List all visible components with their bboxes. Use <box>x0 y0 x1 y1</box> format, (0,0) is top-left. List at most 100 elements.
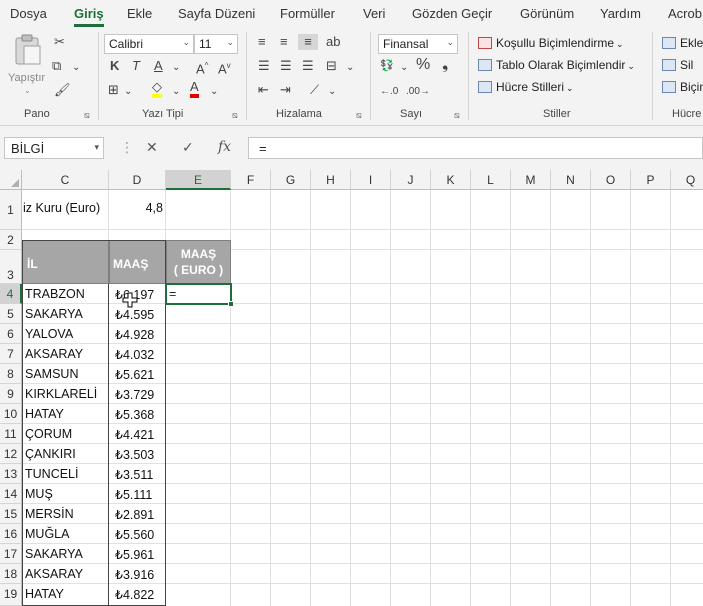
fill-color-icon[interactable]: ◇ <box>152 80 162 98</box>
active-cell-e4[interactable]: = <box>165 283 234 307</box>
column-header-f[interactable]: F <box>231 170 271 190</box>
row-header-14[interactable]: 14 <box>0 484 22 504</box>
increase-decimal-icon[interactable]: ←.0 <box>380 84 398 100</box>
currency-icon[interactable]: 💱 <box>380 58 394 74</box>
fill-handle[interactable] <box>228 301 234 307</box>
cell-maas[interactable]: ₺3.916 <box>112 567 157 582</box>
row-header-10[interactable]: 10 <box>0 404 22 424</box>
cell-il[interactable]: HATAY <box>22 407 67 421</box>
cell-maas[interactable]: ₺5.560 <box>112 527 157 542</box>
select-all-button[interactable] <box>0 170 22 190</box>
cell-maas[interactable]: ₺3.729 <box>112 387 157 402</box>
tab-giris[interactable]: Giriş <box>74 6 104 27</box>
bold-button[interactable]: K <box>110 58 119 74</box>
format-cells-button[interactable]: Biçim <box>662 80 703 94</box>
formula-input[interactable]: = <box>248 137 703 159</box>
cell-maas[interactable]: ₺5.368 <box>112 407 157 422</box>
font-color-icon[interactable]: A <box>190 80 199 98</box>
row-header-12[interactable]: 12 <box>0 444 22 464</box>
column-header-j[interactable]: J <box>391 170 431 190</box>
tab-acrobat[interactable]: Acrob <box>668 6 702 21</box>
table-header-maas[interactable]: MAAŞ <box>109 240 166 284</box>
grow-font-button[interactable]: A^ <box>196 58 208 77</box>
tab-sayfa-duzeni[interactable]: Sayfa Düzeni <box>178 6 255 21</box>
cell-il[interactable]: MUŞ <box>22 487 56 501</box>
cell-c1[interactable]: iz Kuru (Euro) <box>20 201 103 215</box>
chevron-down-icon[interactable]: ⌄ <box>400 60 408 76</box>
dialog-launcher-icon[interactable]: ⧅ <box>454 110 460 121</box>
paste-button[interactable]: Yapıştır ⌄ <box>8 34 48 95</box>
insert-cells-button[interactable]: Ekle <box>662 36 703 50</box>
align-left-icon[interactable]: ☰ <box>258 58 270 74</box>
cell-il[interactable]: TUNCELİ <box>22 467 81 481</box>
italic-button[interactable]: T <box>132 58 140 74</box>
column-header-d[interactable]: D <box>109 170 166 190</box>
column-header-c[interactable]: C <box>22 170 109 190</box>
row-header-16[interactable]: 16 <box>0 524 22 544</box>
cell-styles-button[interactable]: Hücre Stilleri ⌄ <box>478 80 574 94</box>
cell-il[interactable]: YALOVA <box>22 327 76 341</box>
cell-il[interactable]: KIRKLARELİ <box>22 387 100 401</box>
shrink-font-button[interactable]: Av <box>218 58 231 77</box>
align-center-icon[interactable]: ☰ <box>280 58 292 74</box>
tab-ekle[interactable]: Ekle <box>127 6 152 21</box>
cell-maas[interactable]: ₺4.822 <box>112 587 157 602</box>
chevron-down-icon[interactable]: ⌄ <box>210 84 218 100</box>
row-header-11[interactable]: 11 <box>0 424 22 444</box>
insert-function-icon[interactable]: fx <box>218 139 231 155</box>
wrap-text-icon[interactable]: ab <box>326 34 340 50</box>
cut-icon[interactable]: ✂ <box>54 34 65 50</box>
row-header-8[interactable]: 8 <box>0 364 22 384</box>
row-header-7[interactable]: 7 <box>0 344 22 364</box>
row-header-18[interactable]: 18 <box>0 564 22 584</box>
cell-maas[interactable]: ₺5.111 <box>112 487 155 502</box>
cell-il[interactable]: SAKARYA <box>22 307 86 321</box>
copy-icon[interactable]: ⧉ <box>52 58 61 74</box>
cell-maas[interactable]: ₺4.421 <box>112 427 157 442</box>
tab-gorunum[interactable]: Görünüm <box>520 6 574 21</box>
cell-il[interactable]: SAKARYA <box>22 547 86 561</box>
row-header-13[interactable]: 13 <box>0 464 22 484</box>
row-header-15[interactable]: 15 <box>0 504 22 524</box>
chevron-down-icon[interactable]: ⌄ <box>172 84 180 100</box>
dialog-launcher-icon[interactable]: ⧅ <box>356 110 362 121</box>
cell-maas[interactable]: ₺5.621 <box>112 367 157 382</box>
column-header-l[interactable]: L <box>471 170 511 190</box>
cell-maas[interactable]: ₺4.595 <box>112 307 157 322</box>
column-header-p[interactable]: P <box>631 170 671 190</box>
column-header-m[interactable]: M <box>511 170 551 190</box>
cell-maas[interactable]: ₺4.032 <box>112 347 157 362</box>
decrease-indent-icon[interactable]: ⇤ <box>258 82 269 98</box>
font-size-select[interactable]: 11 ⌄ <box>194 34 238 54</box>
comma-button[interactable]: ❟ <box>442 57 448 73</box>
column-header-h[interactable]: H <box>311 170 351 190</box>
cell-d1[interactable]: 4,8 <box>109 201 166 215</box>
row-header-1[interactable]: 1 <box>0 190 22 230</box>
decrease-decimal-icon[interactable]: .00→ <box>406 84 430 100</box>
tab-veri[interactable]: Veri <box>363 6 385 21</box>
column-header-n[interactable]: N <box>551 170 591 190</box>
cell-il[interactable]: TRABZON <box>22 287 88 301</box>
align-top-icon[interactable]: ≡ <box>258 34 266 50</box>
borders-icon[interactable]: ⊞ <box>108 82 119 98</box>
tab-formuller[interactable]: Formüller <box>280 6 335 21</box>
cell-il[interactable]: AKSARAY <box>22 567 86 581</box>
column-header-g[interactable]: G <box>271 170 311 190</box>
row-header-5[interactable]: 5 <box>0 304 22 324</box>
cell-maas[interactable]: ₺3.503 <box>112 447 157 462</box>
cell-il[interactable]: AKSARAY <box>22 347 86 361</box>
row-header-4[interactable]: 4 <box>0 284 22 304</box>
cell-il[interactable]: ÇANKIRI <box>22 447 79 461</box>
dialog-launcher-icon[interactable]: ⧅ <box>232 110 238 121</box>
format-as-table-button[interactable]: Tablo Olarak Biçimlendir ⌄ <box>478 58 635 72</box>
cell-il[interactable]: ÇORUM <box>22 427 75 441</box>
merge-center-icon[interactable]: ⊟ <box>326 58 337 74</box>
enter-icon[interactable]: ✓ <box>182 139 194 156</box>
table-header-maas-euro[interactable]: MAAŞ ( EURO ) <box>166 240 231 284</box>
cell-maas[interactable]: ₺3.511 <box>112 467 156 482</box>
cell-maas[interactable]: ₺4.928 <box>112 327 157 342</box>
column-header-e[interactable]: E <box>166 170 231 190</box>
cell-il[interactable]: MERSİN <box>22 507 77 521</box>
cell-maas[interactable]: ₺2.891 <box>112 507 157 522</box>
chevron-down-icon[interactable]: ⌄ <box>172 60 180 76</box>
